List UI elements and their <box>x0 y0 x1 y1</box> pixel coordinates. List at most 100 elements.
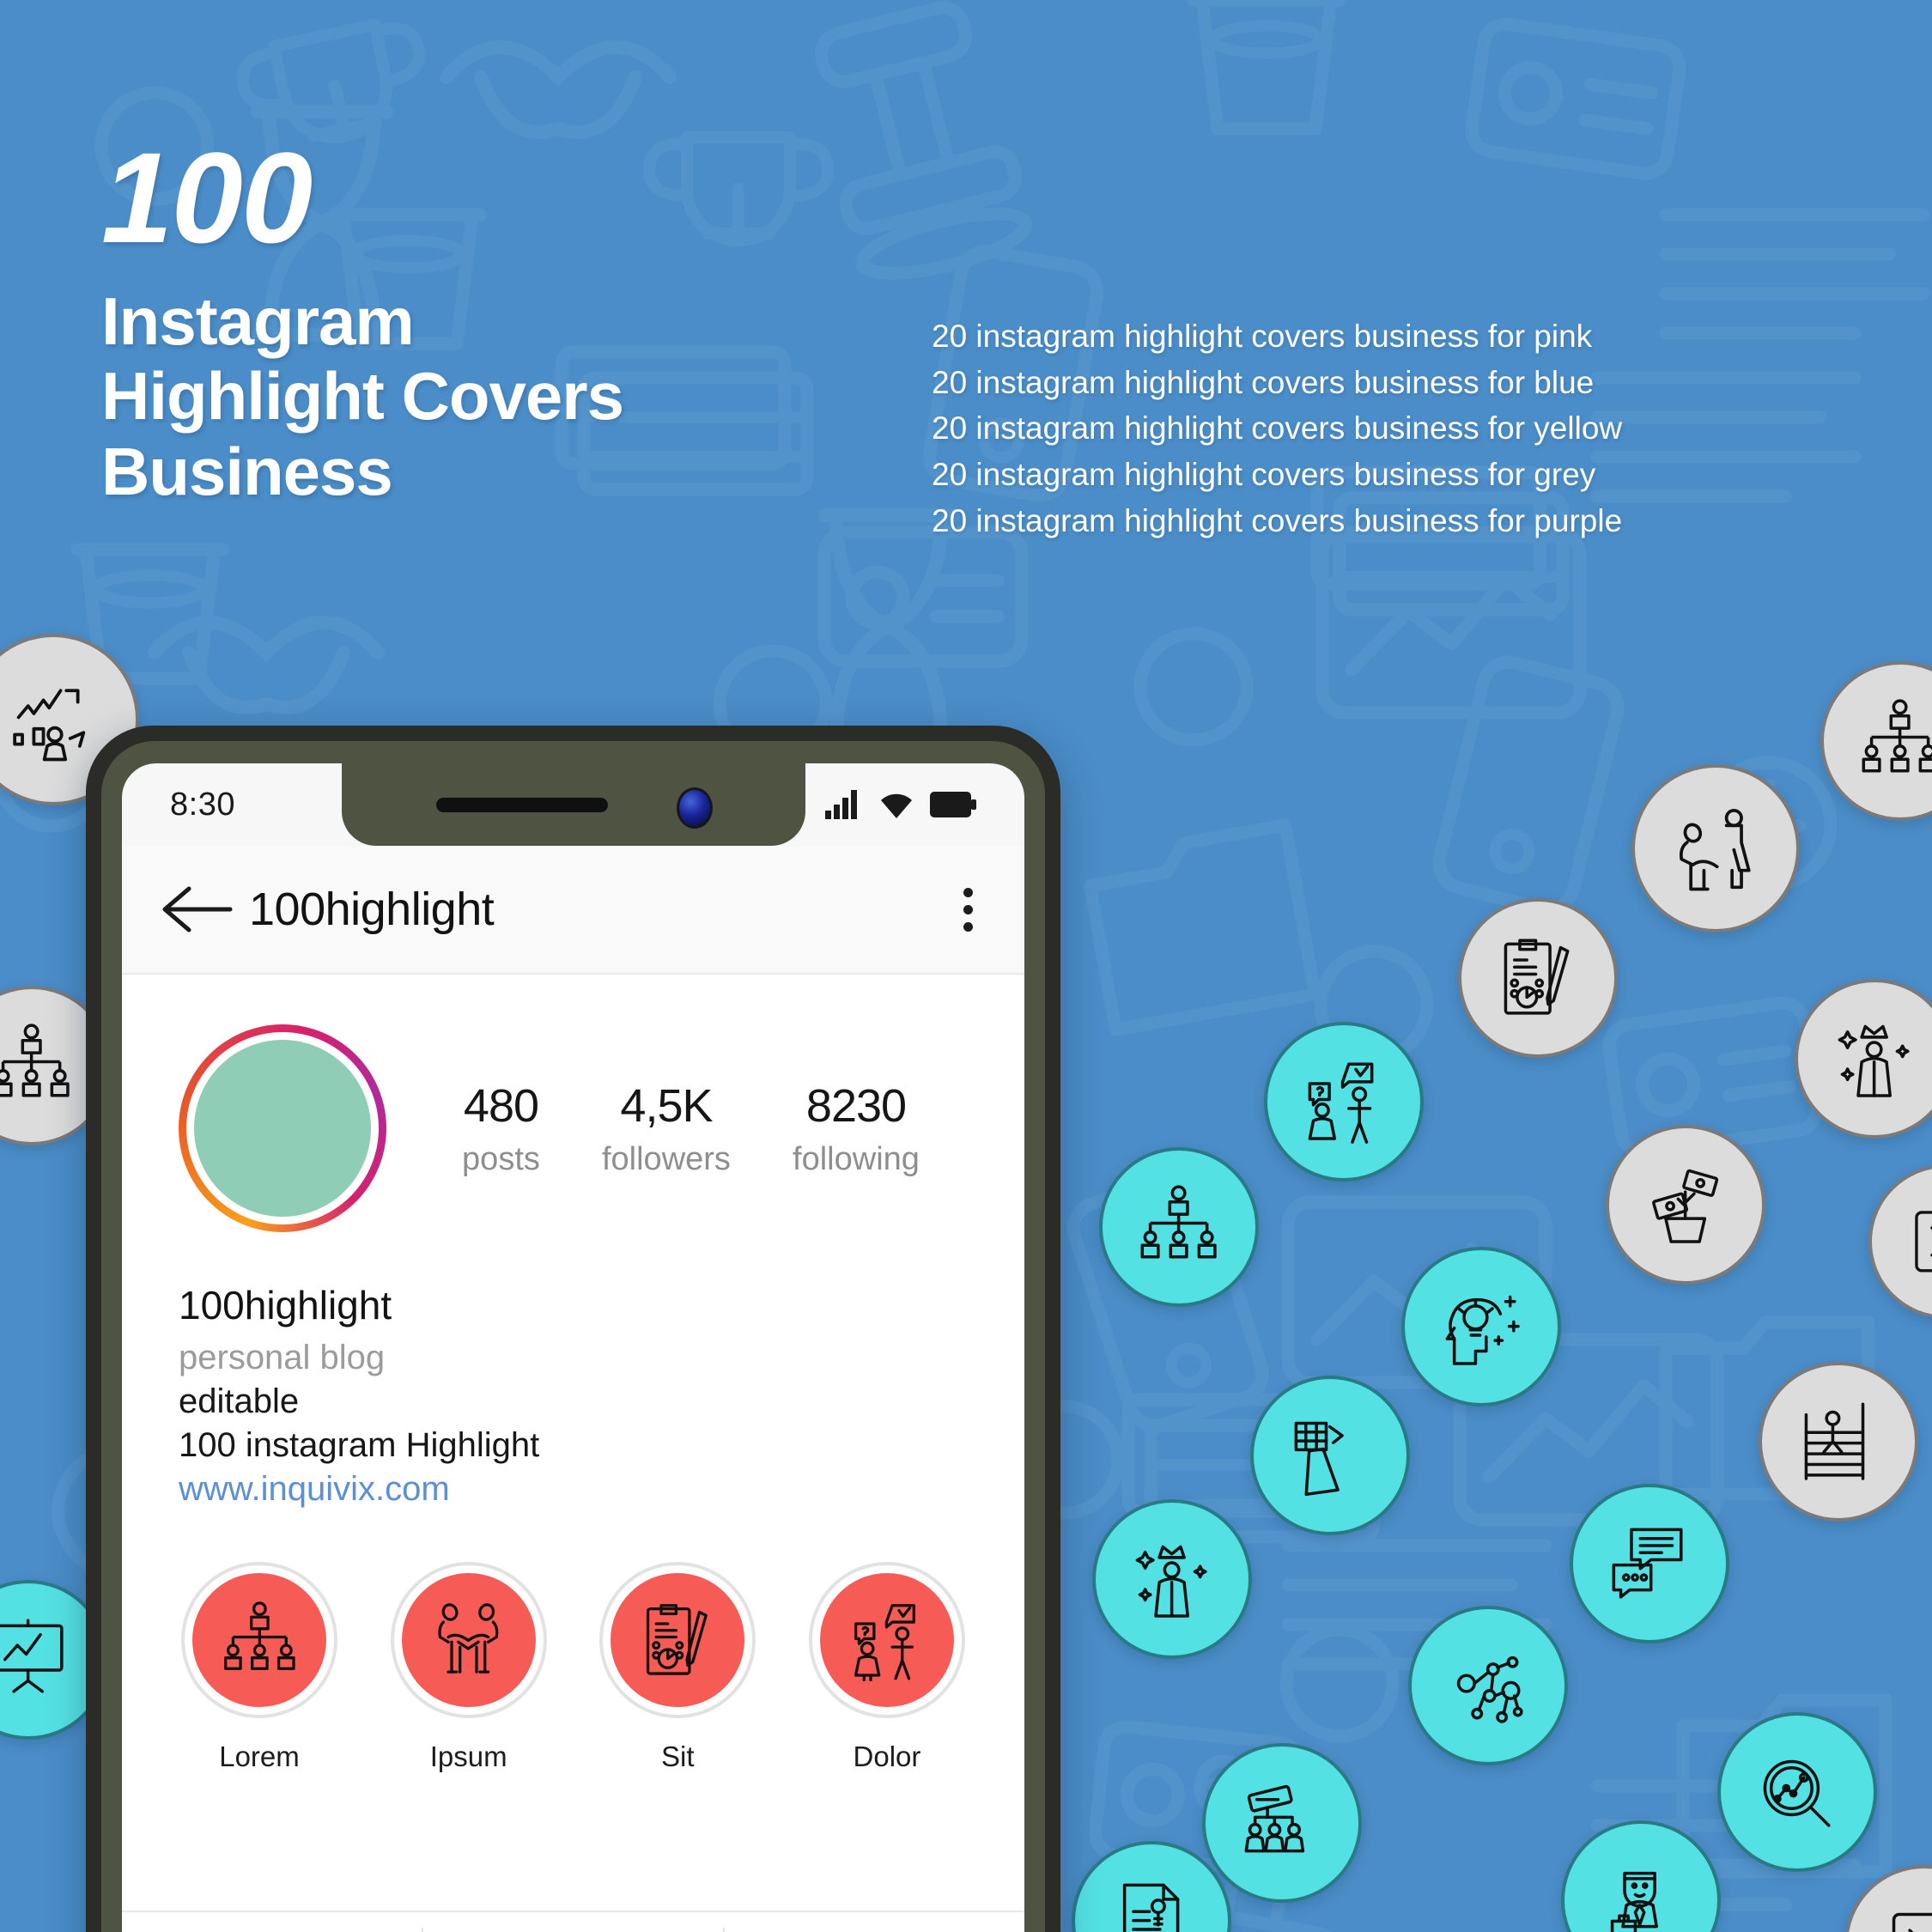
analytics-search-icon <box>1764 1760 1831 1827</box>
bio-display-name: 100highlight <box>179 1283 392 1327</box>
floating-badge-b05 <box>1099 1147 1259 1307</box>
stat-posts-value: 480 <box>463 1079 539 1132</box>
wifi-icon <box>881 793 912 818</box>
funnel-chart-icon <box>1295 1422 1345 1497</box>
org-chart-icon <box>1140 1185 1218 1259</box>
floating-badge-b15 <box>1759 1362 1918 1522</box>
hero-number: 100 <box>101 125 313 270</box>
bio-line: editable <box>179 1382 300 1420</box>
chat-bubbles-icon <box>1612 1528 1683 1599</box>
highlight-cover <box>401 1573 536 1707</box>
org-chart-icon <box>1862 699 1932 773</box>
floating-badge-b10 <box>1606 1125 1765 1285</box>
clipboard-report-icon <box>646 1603 708 1675</box>
battery-icon <box>930 792 976 817</box>
highlight-cover <box>611 1573 745 1707</box>
bio-website-link[interactable]: www.inquivix.com <box>179 1470 968 1509</box>
contact-action-bar: Call Email Address Directions <box>122 1911 1024 1932</box>
floating-badge-b06 <box>1631 764 1800 933</box>
floating-badge-b07 <box>1458 898 1618 1058</box>
highlight-ring <box>390 1562 547 1718</box>
profile-header: 480 posts 4,5K followers 8230 following <box>122 1024 1024 1232</box>
profile-body: 480 posts 4,5K followers 8230 following … <box>122 975 1024 1932</box>
highlight-ring <box>599 1562 756 1718</box>
email-address-button[interactable]: Email Address <box>423 1912 723 1932</box>
floating-badge-b18 <box>1717 1712 1877 1872</box>
app-bar-title: 100highlight <box>249 884 495 935</box>
qa-people-icon <box>1309 1062 1374 1145</box>
stat-posts-label: posts <box>462 1140 540 1177</box>
call-button[interactable]: Call <box>122 1912 422 1932</box>
hero-title-line-3: Business <box>101 433 393 509</box>
floating-badge-b11 <box>1401 1247 1561 1406</box>
x-marks-icon <box>1915 1211 1932 1273</box>
profile-stats: 480 posts 4,5K followers 8230 following <box>386 1079 968 1178</box>
org-chart-icon <box>0 1024 70 1097</box>
app-bar: 100highlight <box>122 846 1024 975</box>
highlight-label: Lorem <box>219 1741 300 1772</box>
status-icon-group <box>825 790 976 819</box>
stat-followers[interactable]: 4,5K followers <box>602 1079 731 1178</box>
headline-block: 100 Instagram Highlight Covers Business <box>101 125 624 509</box>
avatar[interactable] <box>179 1024 386 1232</box>
lightbulb-head-icon <box>1446 1296 1521 1366</box>
highlight-lorem[interactable]: Lorem <box>161 1562 357 1773</box>
highlight-label: Sit <box>661 1741 695 1772</box>
org-chart-icon <box>223 1601 295 1670</box>
status-time: 8:30 <box>170 786 235 823</box>
bio-category: personal blog <box>179 1339 386 1376</box>
highlight-ring <box>808 1562 965 1718</box>
cellular-signal-icon <box>825 790 857 819</box>
hero-title-line-1: Instagram <box>101 283 415 359</box>
hero-title-line-2: Highlight Covers <box>101 358 624 434</box>
team-structure-icon <box>1244 1785 1305 1853</box>
avatar-image <box>194 1040 371 1217</box>
x-marks-icon <box>1893 1913 1932 1932</box>
award-person-icon <box>1135 1546 1207 1619</box>
highlight-label: Dolor <box>853 1741 921 1772</box>
clipboard-report-icon <box>1504 939 1570 1016</box>
floating-badge-b16 <box>1408 1606 1568 1765</box>
floating-badge-b17 <box>1202 1743 1362 1903</box>
stat-followers-value: 4,5K <box>620 1079 713 1132</box>
profile-bio: 100highlight personal blog editable 100 … <box>122 1232 1024 1509</box>
bio-line: 100 instagram Highlight <box>179 1426 540 1464</box>
stat-following[interactable]: 8230 following <box>793 1079 920 1178</box>
highlight-label: Ipsum <box>429 1741 507 1772</box>
feature-list-item: 20 instagram highlight covers business f… <box>932 410 1623 447</box>
award-person-icon <box>1838 1025 1910 1098</box>
presentation-icon <box>0 1619 64 1693</box>
story-highlights-row: Lorem Ipsum Sit Dolor <box>122 1509 1024 1773</box>
growth-ladder-icon <box>1805 1402 1865 1481</box>
handshake-deal-icon <box>1680 809 1752 891</box>
floating-badge-b13 <box>1092 1499 1252 1659</box>
phone-mockup: 8:30 100highlight 480 posts 4,5K followe… <box>86 726 1060 1932</box>
money-plant-icon <box>1652 1170 1719 1244</box>
floating-badge-b04 <box>1264 1022 1424 1182</box>
highlight-ipsum[interactable]: Ipsum <box>371 1562 567 1773</box>
floating-badge-b14 <box>1570 1484 1729 1643</box>
stat-following-value: 8230 <box>805 1079 907 1132</box>
highlight-cover <box>819 1573 954 1707</box>
directions-button[interactable]: Directions <box>725 1912 1024 1932</box>
back-arrow-icon[interactable] <box>160 884 234 935</box>
highlight-dolor[interactable]: Dolor <box>789 1562 985 1773</box>
feature-list: 20 instagram highlight covers business f… <box>932 313 1622 544</box>
handshake-partnership-icon <box>438 1602 499 1674</box>
stat-posts[interactable]: 480 posts <box>462 1079 540 1178</box>
feature-list-item: 20 instagram highlight covers business f… <box>932 364 1595 400</box>
feature-list-item: 20 instagram highlight covers business f… <box>932 319 1593 354</box>
avatar-ring-gap <box>186 1032 379 1224</box>
highlight-sit[interactable]: Sit <box>580 1562 775 1773</box>
hero-title: Instagram Highlight Covers Business <box>101 283 624 509</box>
highlight-cover <box>192 1573 326 1707</box>
phone-notch <box>341 763 805 846</box>
businessman-icon <box>1611 1872 1659 1932</box>
phone-screen: 8:30 100highlight 480 posts 4,5K followe… <box>122 763 1024 1932</box>
floating-badge-b12 <box>1250 1376 1410 1535</box>
qa-people-icon <box>854 1603 915 1682</box>
front-camera-icon <box>676 787 713 829</box>
overflow-menu-icon[interactable] <box>950 879 987 940</box>
highlight-ring <box>181 1562 337 1718</box>
network-nodes-icon <box>1457 1656 1523 1724</box>
